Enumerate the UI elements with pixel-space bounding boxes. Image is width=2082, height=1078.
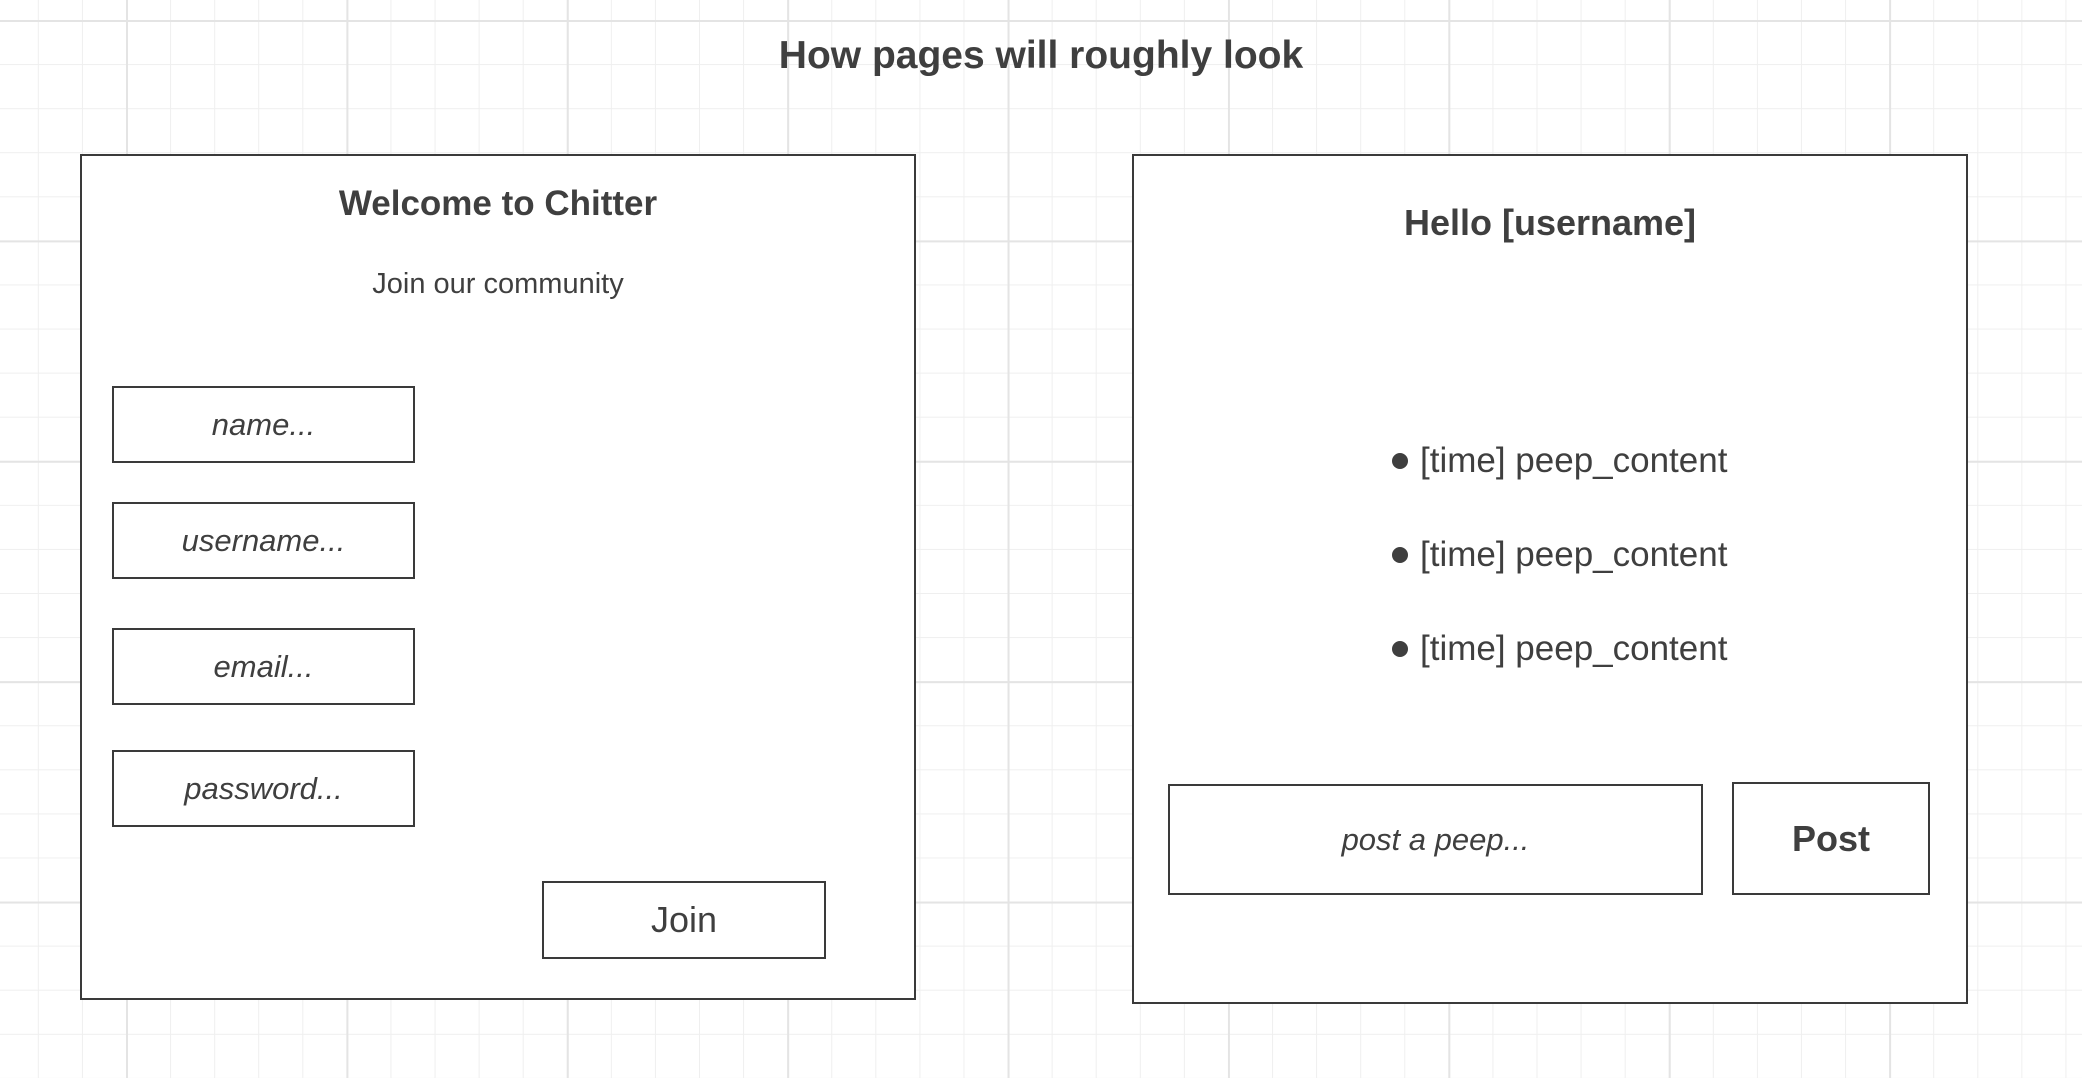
welcome-heading: Welcome to Chitter — [338, 184, 658, 223]
bullet-icon — [1392, 641, 1408, 657]
feed-page-mockup: Hello [username] [time] peep_content [ti… — [1132, 154, 1968, 1004]
password-field[interactable]: password... — [112, 750, 415, 827]
join-subheading: Join our community — [372, 268, 624, 300]
signup-page-mockup: Welcome to Chitter Join our community na… — [80, 154, 916, 1000]
peep-text: [time] peep_content — [1420, 535, 1728, 574]
peep-item: [time] peep_content — [1392, 602, 1952, 696]
peep-item: [time] peep_content — [1392, 508, 1952, 602]
hello-heading: Hello [username] — [1403, 202, 1697, 243]
email-field[interactable]: email... — [112, 628, 415, 705]
peep-list: [time] peep_content [time] peep_content … — [1392, 414, 1952, 696]
post-peep-input[interactable]: post a peep... — [1168, 784, 1703, 895]
peep-text: [time] peep_content — [1420, 441, 1728, 480]
peep-text: [time] peep_content — [1420, 629, 1728, 668]
post-button[interactable]: Post — [1732, 782, 1930, 895]
join-button[interactable]: Join — [542, 881, 826, 959]
username-field[interactable]: username... — [112, 502, 415, 579]
page-title: How pages will roughly look — [778, 34, 1304, 77]
bullet-icon — [1392, 547, 1408, 563]
bullet-icon — [1392, 453, 1408, 469]
name-field[interactable]: name... — [112, 386, 415, 463]
peep-item: [time] peep_content — [1392, 414, 1952, 508]
